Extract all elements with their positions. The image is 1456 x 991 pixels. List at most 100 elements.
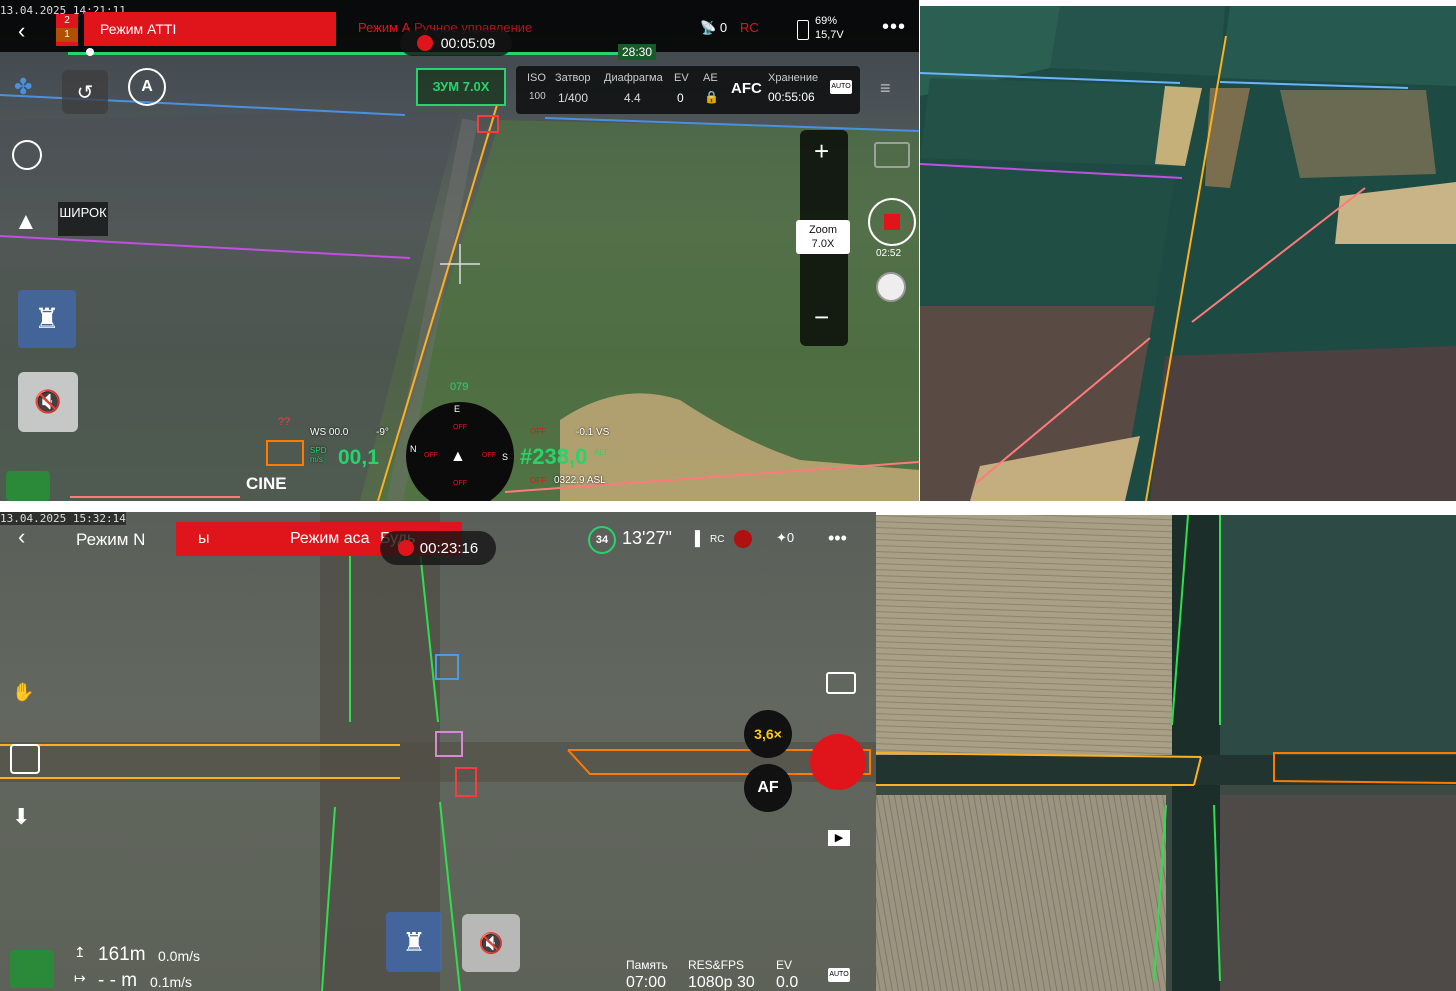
tower-map-icon[interactable]: ♜ bbox=[18, 290, 76, 348]
zoom-indicator: ЗУМ 7.0X bbox=[416, 68, 506, 106]
battery-progress-marker bbox=[86, 48, 94, 56]
memory-label: Память bbox=[626, 958, 668, 972]
ev-label: EV bbox=[674, 72, 689, 84]
drone-feed-top: 13.04.2025 14:21:11 ‹ 2 1 Режим ATTI Реж… bbox=[0, 0, 919, 501]
height-icon: ↥ bbox=[74, 944, 86, 960]
focus-frame-icon[interactable] bbox=[10, 744, 40, 774]
ev-label-bottom: EV bbox=[776, 958, 793, 972]
badge-top: 2 bbox=[64, 15, 70, 26]
auto-camera-icon-bottom[interactable]: AUTO bbox=[828, 968, 850, 982]
record-timer: 00:05:09 bbox=[400, 30, 512, 56]
ev-value-bottom: 0.0 bbox=[776, 974, 799, 991]
compass-e: E bbox=[454, 404, 461, 414]
altitude-value: #238,0 bbox=[520, 444, 588, 469]
record-button[interactable] bbox=[868, 198, 916, 246]
asl-altitude: 0322.9 ASL bbox=[554, 475, 606, 486]
mode-bar: Режим ATTI bbox=[84, 12, 336, 46]
iso-value: 100 bbox=[529, 91, 546, 102]
obstacle-warning-icon bbox=[734, 530, 752, 548]
video-camera-icon[interactable] bbox=[874, 142, 910, 168]
satellite-map-top bbox=[920, 6, 1456, 501]
playback-icon[interactable]: ▶ bbox=[828, 830, 850, 846]
zoom-level-button[interactable]: 3,6× bbox=[744, 710, 792, 758]
landing-icon[interactable]: ⬇ bbox=[12, 804, 30, 830]
tower-map-icon-bottom[interactable]: ♜ bbox=[386, 912, 442, 972]
auto-exposure-icon[interactable]: A bbox=[128, 68, 166, 106]
shutter-value: 1/400 bbox=[558, 91, 589, 105]
more-menu-icon-bottom[interactable]: ••• bbox=[828, 528, 847, 549]
record-dot-icon bbox=[416, 35, 433, 51]
drone-heading-icon: ▲ bbox=[450, 448, 466, 465]
vertical-speed-bottom: 0.0m/s bbox=[158, 948, 201, 964]
shutter-button[interactable] bbox=[876, 272, 906, 302]
record-elapsed: 02:52 bbox=[876, 248, 902, 259]
rc-status-bottom: RC bbox=[710, 534, 725, 545]
distance-icon: ↦ bbox=[74, 970, 86, 986]
drone-feed-bottom: 13.04.2025 15:32:14 ‹ Режим N ы Режим ас… bbox=[0, 512, 876, 991]
flight-path-icon[interactable]: ↺ bbox=[62, 70, 108, 114]
zoom-level-indicator[interactable]: Zoom 7.0X bbox=[796, 220, 850, 254]
wind-speed: WS 00.0 bbox=[310, 427, 349, 438]
ev-value: 0 bbox=[677, 91, 684, 105]
flight-time: 13'27" bbox=[622, 528, 672, 548]
signal-bars-icon: ▐ bbox=[690, 530, 700, 546]
iso-label: ISO bbox=[527, 72, 546, 84]
settings-sliders-icon[interactable]: ≡ bbox=[880, 78, 891, 99]
compass-s: S bbox=[502, 452, 509, 462]
signal-indicator: 📡 0 bbox=[700, 20, 728, 35]
satellite-map-bottom bbox=[876, 515, 1456, 991]
shutter-label: Затвор bbox=[555, 72, 591, 84]
more-menu-icon[interactable]: ••• bbox=[882, 16, 906, 39]
aperture-label: Диафрагма bbox=[604, 72, 663, 84]
north-arrow-icon: ▲ bbox=[14, 208, 38, 235]
flight-mode-badge: 2 1 bbox=[56, 14, 78, 46]
mode-label-bottom: Режим N bbox=[76, 530, 146, 549]
lens-selector[interactable]: ШИРОК bbox=[58, 202, 108, 236]
altitude-label: ALT bbox=[594, 448, 609, 457]
signal-indicator-bottom: ✦0 bbox=[776, 530, 795, 545]
ae-label: AE bbox=[703, 72, 718, 84]
gps-count: 34 bbox=[588, 526, 616, 554]
autofocus-button[interactable]: AF bbox=[744, 764, 792, 812]
rc-status: RC bbox=[740, 20, 759, 35]
record-button-bottom[interactable] bbox=[810, 734, 866, 790]
storage-label: Хранение bbox=[768, 72, 819, 84]
resfps-value: 1080p 30 bbox=[688, 974, 755, 991]
badge-bottom: 1 bbox=[56, 28, 78, 42]
afc-label[interactable]: AFC bbox=[731, 80, 762, 97]
mic-off-icon[interactable]: 🔇 bbox=[18, 372, 78, 432]
map-fields-bottom bbox=[876, 515, 1456, 991]
gesture-icon[interactable]: ✋ bbox=[12, 682, 34, 703]
zoom-out-button[interactable]: − bbox=[814, 302, 829, 333]
vehicle-target-box bbox=[266, 440, 304, 466]
back-button-bottom[interactable]: ‹ bbox=[18, 524, 25, 550]
battery-time: 28:30 bbox=[618, 44, 657, 60]
ae-lock-icon[interactable]: 🔒 bbox=[704, 90, 719, 104]
unknown-marks: ?? bbox=[278, 416, 291, 428]
mic-off-icon-bottom[interactable]: 🔇 bbox=[462, 914, 520, 972]
back-button[interactable]: ‹ bbox=[18, 18, 25, 44]
obstacle-off-1: OFF bbox=[530, 427, 546, 436]
aperture-value: 4.4 bbox=[624, 91, 641, 105]
location-pin-icon[interactable] bbox=[12, 140, 42, 170]
battery-readout: 69% 15,7V bbox=[815, 15, 844, 41]
map-thumbnail-icon-bottom[interactable] bbox=[10, 950, 54, 988]
gimbal-tilt: -9° bbox=[376, 427, 389, 438]
auto-camera-icon[interactable]: AUTO bbox=[830, 80, 852, 94]
compass-n: N bbox=[410, 444, 417, 454]
drone-icon[interactable]: ✤ bbox=[14, 74, 32, 100]
record-timer-bottom: 00:23:16 bbox=[380, 531, 496, 565]
zoom-in-button[interactable]: + bbox=[814, 136, 829, 167]
record-dot-icon bbox=[397, 540, 414, 556]
cine-mode-label[interactable]: CINE bbox=[246, 474, 287, 494]
distance-value: - - m bbox=[98, 970, 138, 991]
map-thumbnail-icon[interactable] bbox=[6, 471, 50, 501]
horizontal-speed: 0.1m/s bbox=[150, 974, 193, 990]
battery-icon bbox=[797, 20, 809, 40]
compass-dial: E N S ▲ OFF OFF OFF OFF bbox=[406, 402, 514, 501]
battery-progress bbox=[68, 52, 618, 55]
gallery-icon[interactable] bbox=[826, 672, 856, 694]
speed-value: 00,1 bbox=[338, 446, 379, 469]
mode-label: Режим ATTI bbox=[100, 21, 177, 37]
storage-value: 00:55:06 bbox=[768, 90, 815, 104]
